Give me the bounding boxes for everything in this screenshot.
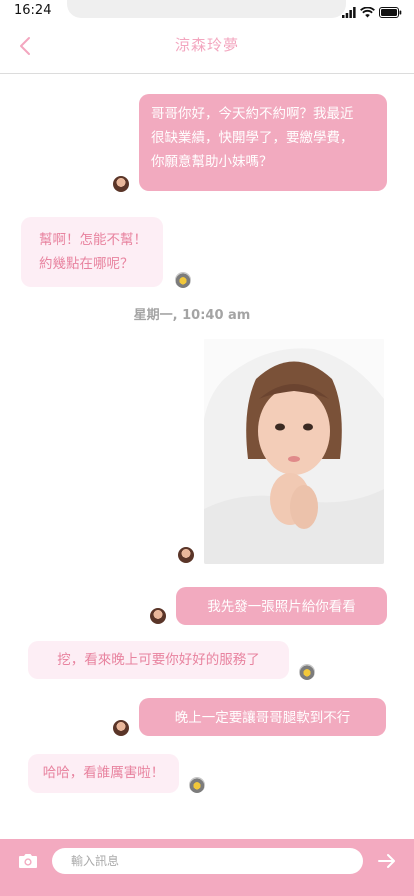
message-line: 幫啊！怎能不幫！: [39, 232, 147, 248]
status-bar: 16:24: [0, 0, 414, 24]
status-time: 16:24: [14, 3, 52, 18]
chat-title: 涼森玲夢: [174, 36, 239, 54]
camera-icon[interactable]: [18, 852, 38, 870]
message-bubble-sent: 哥哥你好，今天約不約啊？我最近 很缺業績，快開學了，要繳學費， 你願意幫助小妹嗎…: [139, 94, 387, 191]
send-arrow-icon[interactable]: [376, 850, 398, 872]
wifi-icon: [360, 6, 375, 17]
message-input-bar: [0, 839, 414, 896]
message-bubble-received: 哈哈，看誰厲害啦！: [28, 754, 179, 793]
message-timestamp: 星期一, 10:40 am: [133, 308, 251, 323]
message-line: 約幾點在哪呢？: [39, 256, 134, 272]
message-line: 你願意幫助小妹嗎？: [151, 154, 273, 170]
avatar: [175, 272, 191, 288]
avatar: [113, 720, 129, 736]
message-bubble-sent: 晚上一定要讓哥哥腿軟到不行: [139, 698, 386, 736]
avatar: [178, 547, 194, 563]
message-line: 哥哥你好，今天約不約啊？我最近: [151, 106, 354, 122]
device-notch: [67, 0, 346, 18]
photo-image: [204, 339, 384, 564]
avatar: [299, 664, 315, 680]
message-bubble-sent: 我先發一張照片給你看看: [176, 587, 387, 625]
chat-header: 涼森玲夢: [0, 24, 414, 74]
message-bubble-received: 挖，看來晚上可要你好好的服務了: [28, 641, 289, 679]
shared-photo[interactable]: [204, 339, 384, 564]
avatar: [113, 176, 129, 192]
message-input[interactable]: [52, 848, 363, 874]
status-icons: [342, 5, 402, 19]
message-line: 很缺業績，快開學了，要繳學費，: [151, 130, 354, 146]
signal-icon: [342, 6, 356, 18]
message-bubble-received: 幫啊！怎能不幫！ 約幾點在哪呢？: [21, 217, 163, 287]
battery-icon: [379, 6, 402, 18]
avatar: [189, 777, 205, 793]
avatar: [150, 608, 166, 624]
